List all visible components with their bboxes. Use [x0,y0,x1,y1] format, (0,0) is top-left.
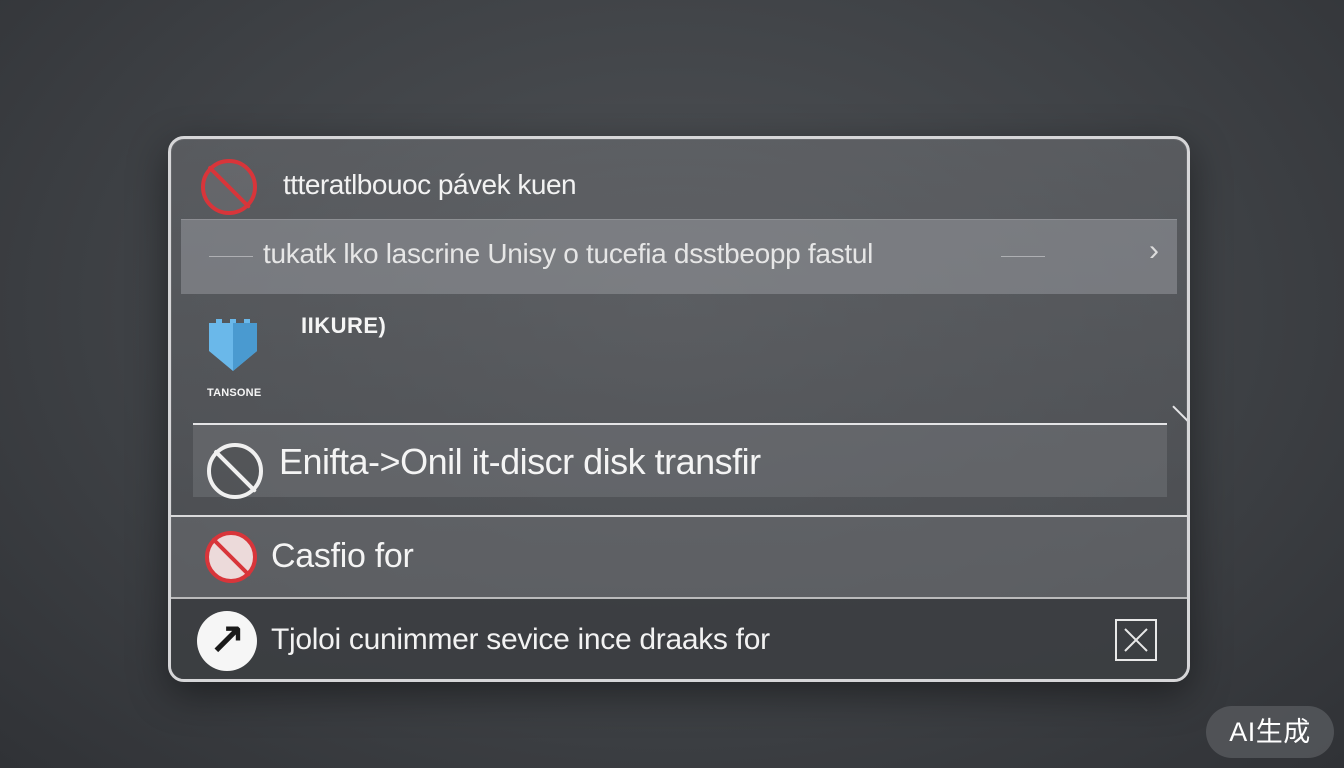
prohibited-icon [205,531,257,583]
dialog-panel: ttteratlbouoc pávek kuen tukatk lko lasc… [168,136,1190,682]
shield-icon [209,319,257,371]
dialog-title: ttteratlbouoc pávek kuen [283,169,577,200]
shield-caption: TANSONE [207,387,262,399]
service-label: Tjoloi cunimmer sevice ince draaks for [271,623,770,656]
security-row[interactable]: TANSONE IIKURE) [171,299,1187,419]
transfer-option[interactable]: Enifta->Onil it-discr disk transfir [193,405,1187,499]
close-box-icon[interactable] [1115,619,1157,661]
chevron-right-icon[interactable]: › [1149,234,1159,268]
arrow-up-right-icon: ↗ [197,611,257,671]
path-dash-right [1001,256,1045,257]
path-bar[interactable]: tukatk lko lascrine Unisy o tucefia dsst… [181,219,1177,294]
prohibited-icon [201,159,257,215]
security-label: IIKURE) [301,313,387,338]
ai-generated-watermark: AI生成 [1206,706,1334,758]
service-option[interactable]: ↗ Tjoloi cunimmer sevice ince draaks for [171,597,1187,679]
transfer-label: Enifta->Onil it-discr disk transfir [279,441,761,482]
dialog-header: ttteratlbouoc pávek kuen [171,139,1187,219]
cash-option[interactable]: Casfio for [171,515,1187,597]
cash-label: Casfio for [271,537,414,575]
path-dash-left [209,256,253,257]
path-text: tukatk lko lascrine Unisy o tucefia dsst… [263,238,874,269]
prohibited-icon [207,443,263,499]
